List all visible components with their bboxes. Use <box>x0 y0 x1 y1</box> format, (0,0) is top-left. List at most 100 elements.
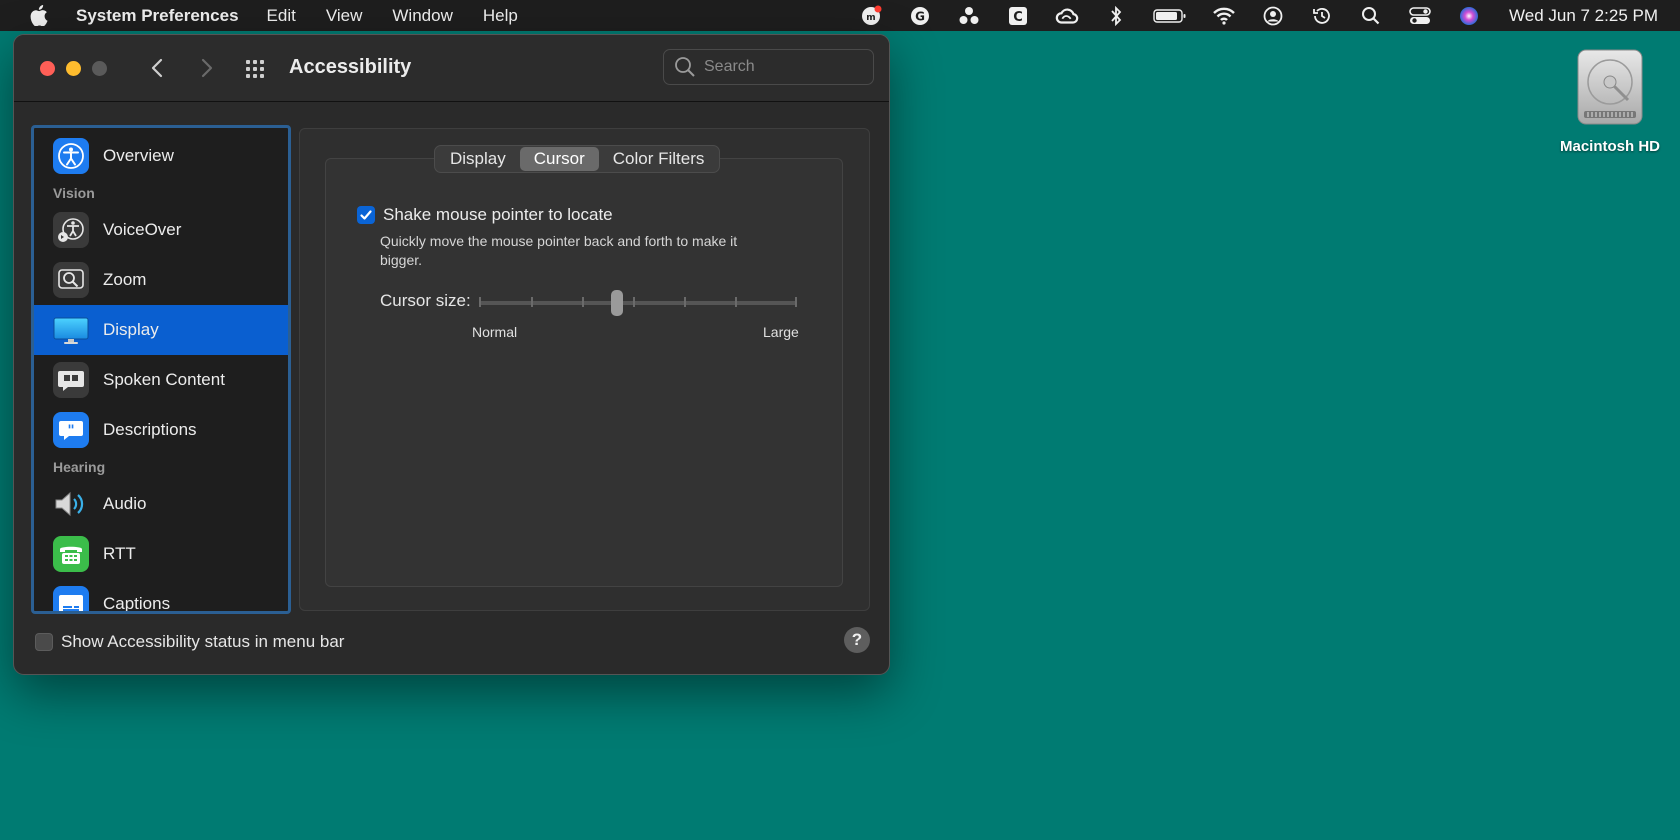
sidebar-item-label: RTT <box>103 544 136 563</box>
user-icon[interactable] <box>1261 4 1285 28</box>
shake-pointer-label: Shake mouse pointer to locate <box>383 205 613 224</box>
sidebar-item-label: Display <box>103 320 159 339</box>
show-status-label: Show Accessibility status in menu bar <box>61 632 345 651</box>
hard-drive-icon <box>1570 48 1650 128</box>
shake-pointer-checkbox[interactable] <box>357 206 375 224</box>
sidebar-item-overview[interactable]: Overview <box>34 131 288 181</box>
sidebar-item-rtt[interactable]: RTT <box>34 529 288 579</box>
c-app-icon[interactable]: C <box>1006 4 1030 28</box>
slider-thumb[interactable] <box>610 290 623 316</box>
slider-tick <box>479 297 481 307</box>
svg-text:": " <box>67 423 74 439</box>
creative-cloud-icon[interactable] <box>1055 4 1079 28</box>
search-field[interactable] <box>663 49 874 85</box>
search-input[interactable] <box>704 58 864 76</box>
slider-tick <box>795 297 797 307</box>
sidebar-item-label: Audio <box>103 494 147 513</box>
time-machine-icon[interactable] <box>1310 4 1334 28</box>
sidebar-item-label: Captions <box>103 594 171 613</box>
sidebar-section-hearing: Hearing <box>53 459 106 475</box>
sidebar-item-voiceover[interactable]: VoiceOver <box>34 205 288 255</box>
slider-tick <box>633 297 635 307</box>
minimize-button[interactable] <box>66 61 81 76</box>
menu-help[interactable]: Help <box>483 6 518 26</box>
close-button[interactable] <box>40 61 55 76</box>
menu-view[interactable]: View <box>326 6 363 26</box>
spoken-content-icon <box>53 362 89 398</box>
display-icon <box>53 312 89 348</box>
status-area: m G C Wed Jun 7 2:25 PM <box>834 0 1680 31</box>
sidebar-item-display[interactable]: Display <box>34 305 288 355</box>
sidebar-item-label: Overview <box>103 146 174 165</box>
sidebar-item-audio[interactable]: Audio <box>34 479 288 529</box>
show-status-option[interactable]: Show Accessibility status in menu bar <box>35 632 344 652</box>
window-title: Accessibility <box>289 56 412 78</box>
slider-track[interactable] <box>479 301 797 305</box>
cursor-size-slider[interactable] <box>479 288 797 318</box>
slider-tick <box>735 297 737 307</box>
sidebar-item-label: Descriptions <box>103 420 197 439</box>
rtt-icon <box>53 536 89 572</box>
slider-tick <box>531 297 533 307</box>
help-button[interactable]: ? <box>844 627 870 653</box>
accessibility-icon <box>53 138 89 174</box>
tab-bar: Display Cursor Color Filters <box>434 145 721 173</box>
sidebar-item-label: Spoken Content <box>103 370 225 389</box>
cursor-size-label: Cursor size: <box>380 291 471 310</box>
svg-text:m: m <box>866 13 875 23</box>
battery-icon[interactable] <box>1153 4 1187 28</box>
svg-text:G: G <box>915 9 925 23</box>
menu-app-name[interactable]: System Preferences <box>76 6 239 26</box>
checkmark-icon <box>360 210 372 220</box>
tab-display[interactable]: Display <box>436 147 520 171</box>
zoom-button[interactable] <box>92 61 107 76</box>
sidebar-item-zoom[interactable]: Zoom <box>34 255 288 305</box>
menu-edit[interactable]: Edit <box>267 6 296 26</box>
sidebar-item-descriptions[interactable]: " Descriptions <box>34 405 288 455</box>
sidebar[interactable]: Overview Vision VoiceOver Zoom Display S… <box>31 125 291 614</box>
menu-bar: System Preferences Edit View Window Help… <box>0 0 1680 31</box>
siri-icon[interactable] <box>1457 4 1481 28</box>
sidebar-item-label: Zoom <box>103 270 147 289</box>
desktop-icon-macintosh-hd[interactable]: Macintosh HD <box>1542 48 1678 155</box>
cursor-size-min-label: Normal <box>472 324 518 340</box>
grammarly-icon[interactable]: G <box>908 4 932 28</box>
shake-pointer-option[interactable]: Shake mouse pointer to locate <box>357 205 613 225</box>
menu-window[interactable]: Window <box>392 6 452 26</box>
spotlight-icon[interactable] <box>1359 4 1383 28</box>
apple-icon[interactable] <box>28 5 50 27</box>
slider-tick <box>684 297 686 307</box>
forward-button[interactable] <box>193 55 219 81</box>
slider-tick <box>582 297 584 307</box>
tab-cursor[interactable]: Cursor <box>519 147 599 171</box>
grid-icon <box>246 60 264 78</box>
dots-icon[interactable] <box>957 4 981 28</box>
zoom-icon <box>53 262 89 298</box>
show-all-button[interactable] <box>244 57 270 81</box>
chevron-right-icon <box>201 58 213 78</box>
wifi-icon[interactable] <box>1212 4 1236 28</box>
sidebar-item-spoken-content[interactable]: Spoken Content <box>34 355 288 405</box>
back-button[interactable] <box>145 55 171 81</box>
content-panel <box>299 128 870 611</box>
cursor-size-max-label: Large <box>763 324 799 340</box>
show-status-checkbox[interactable] <box>35 633 53 651</box>
accessibility-window: Accessibility Overview Vision VoiceOver … <box>13 34 890 675</box>
sidebar-item-captions[interactable]: Captions <box>34 579 288 613</box>
voiceover-icon <box>53 212 89 248</box>
tab-color-filters[interactable]: Color Filters <box>599 147 719 171</box>
shake-pointer-description: Quickly move the mouse pointer back and … <box>380 233 738 268</box>
svg-text:C: C <box>1013 10 1023 25</box>
sidebar-section-vision: Vision <box>53 185 95 201</box>
speaker-icon <box>53 486 89 522</box>
captions-icon <box>53 586 89 611</box>
mail-badge-icon[interactable]: m <box>859 4 883 28</box>
sidebar-item-label: VoiceOver <box>103 220 182 239</box>
title-bar: Accessibility <box>14 35 889 102</box>
descriptions-icon: " <box>53 412 89 448</box>
bluetooth-icon[interactable] <box>1104 4 1128 28</box>
control-center-icon[interactable] <box>1408 4 1432 28</box>
chevron-left-icon <box>151 58 163 78</box>
menu-clock[interactable]: Wed Jun 7 2:25 PM <box>1509 6 1658 26</box>
search-icon <box>675 57 695 77</box>
